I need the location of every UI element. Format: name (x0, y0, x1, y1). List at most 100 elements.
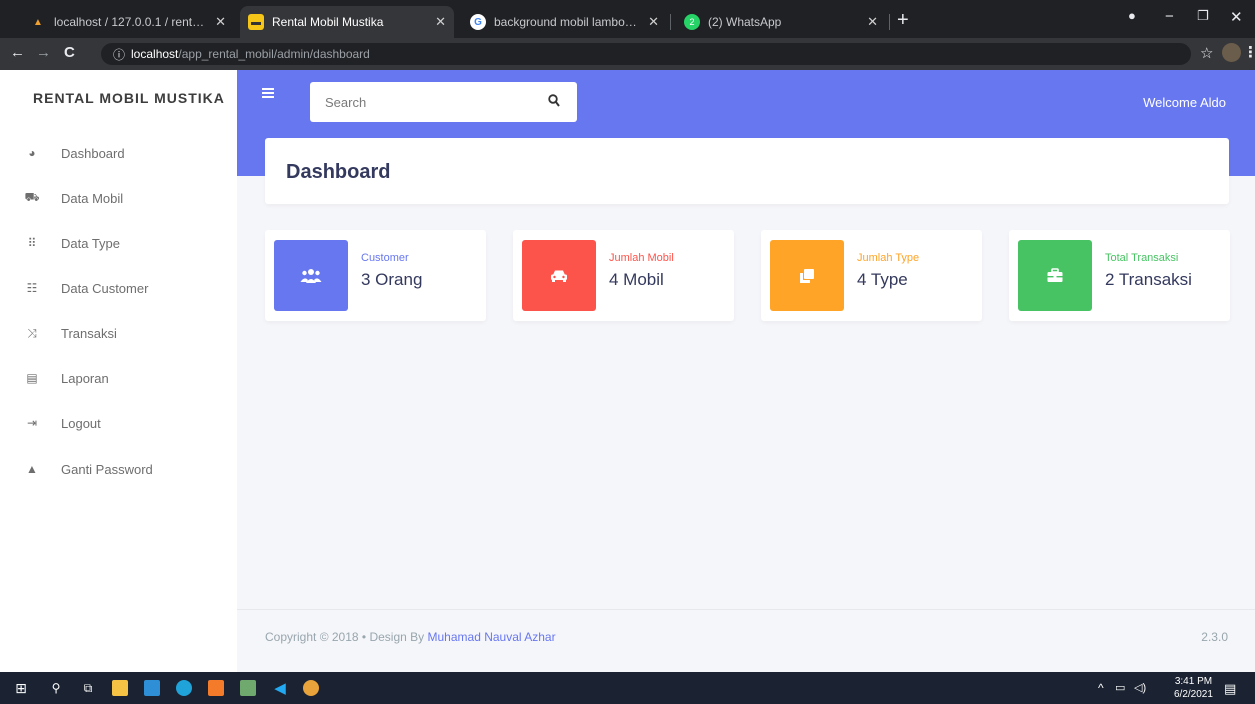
edge-icon[interactable] (176, 680, 192, 696)
footer: Copyright © 2018 • Design By Muhamad Nau… (237, 609, 1255, 672)
battery-icon[interactable]: ▭ (1115, 681, 1125, 694)
stat-label: Jumlah Mobil (609, 252, 674, 264)
welcome-user-link[interactable]: Welcome Aldo (1143, 95, 1226, 110)
system-clock[interactable]: 3:41 PM 6/2/2021 (1174, 675, 1213, 701)
browser-menu-icon[interactable]: ⋮ (1243, 43, 1255, 61)
tab-title: Rental Mobil Mustika (272, 15, 384, 29)
hamburger-menu-icon[interactable] (262, 88, 274, 98)
random-icon: ⤨ (27, 325, 37, 340)
reload-icon[interactable]: C (64, 44, 75, 61)
tab-phpmyadmin[interactable]: ▲ localhost / 127.0.0.1 / rental_mol ✕ (22, 6, 234, 38)
search-icon[interactable] (548, 94, 560, 108)
sidebar-item-ganti-password[interactable]: ▲ Ganti Password (0, 446, 237, 492)
profile-avatar[interactable] (1222, 43, 1241, 62)
close-icon[interactable]: ✕ (435, 14, 446, 30)
stat-card-customer: Customer 3 Orang (265, 230, 486, 321)
brand-title[interactable]: RENTAL MOBIL MUSTIKA (33, 90, 225, 106)
restore-icon[interactable]: ❐ (1197, 8, 1209, 24)
page-title: Dashboard (286, 161, 391, 183)
tab-rental-mobil[interactable]: ▬ Rental Mobil Mustika ✕ (240, 6, 454, 38)
close-icon[interactable]: ✕ (648, 14, 659, 30)
tray-chevron-icon[interactable]: ^ (1098, 681, 1104, 695)
close-icon[interactable]: ✕ (215, 14, 226, 30)
file-explorer-icon[interactable] (112, 680, 128, 696)
bookmark-star-icon[interactable]: ☆ (1200, 44, 1213, 62)
section-header: Dashboard (265, 138, 1229, 204)
stat-label: Total Transaksi (1105, 252, 1179, 264)
design-by-text: Design By (369, 630, 425, 644)
google-icon: G (470, 14, 486, 30)
version-text: 2.3.0 (1201, 630, 1228, 644)
sidebar-item-dashboard[interactable]: ◕ Dashboard (0, 130, 237, 176)
url-path: /app_rental_mobil/admin/dashboard (178, 47, 370, 61)
clipboard-icon: ▤ (26, 371, 38, 385)
stat-card-jumlah-type: Jumlah Type 4 Type (761, 230, 982, 321)
url-host: localhost (131, 47, 179, 61)
briefcase-icon (1047, 268, 1063, 282)
notification-icon[interactable]: ▤ (1224, 681, 1236, 697)
stat-label: Customer (361, 252, 409, 264)
profile-badge-icon[interactable]: ● (1128, 8, 1136, 23)
stat-value: 4 Type (857, 270, 908, 289)
tab-whatsapp[interactable]: 2 (2) WhatsApp ✕ (676, 6, 886, 38)
minimize-icon[interactable]: − (1165, 8, 1174, 25)
sidebar-item-label: Transaksi (61, 325, 117, 341)
card-icon-box (1018, 240, 1092, 311)
copyright-text: Copyright © 2018 • Design By Muhamad Nau… (265, 630, 556, 644)
browser-address-bar: ← → C ⓘ localhost/app_rental_mobil/admin… (0, 38, 1255, 70)
tab-divider (889, 14, 890, 30)
author-link[interactable]: Muhamad Nauval Azhar (428, 630, 556, 644)
volume-icon[interactable]: ◁) (1134, 681, 1146, 694)
search-icon[interactable]: ⚲ (48, 680, 64, 696)
sidebar-item-data-mobil[interactable]: ⛟ Data Mobil (0, 175, 237, 221)
stat-value: 4 Mobil (609, 270, 664, 289)
dashboard-icon: ◕ (28, 146, 36, 160)
forward-icon[interactable]: → (36, 44, 51, 61)
tab-title: (2) WhatsApp (708, 15, 782, 29)
sidebar-item-data-customer[interactable]: ☷ Data Customer (0, 265, 237, 311)
windows-start-icon[interactable]: ⊞ (13, 680, 29, 696)
users-icon: ☷ (26, 281, 38, 295)
sidebar-item-laporan[interactable]: ▤ Laporan (0, 355, 237, 401)
sidebar-item-logout[interactable]: ⇥ Logout (0, 400, 237, 446)
card-icon-box (274, 240, 348, 311)
tab-title: localhost / 127.0.0.1 / rental_mol (54, 15, 207, 29)
back-icon[interactable]: ← (10, 44, 25, 61)
sidebar-item-label: Data Mobil (61, 190, 124, 206)
sidebar-item-data-type[interactable]: ⠿ Data Type (0, 220, 237, 266)
car-icon: ⛟ (24, 190, 40, 204)
notepad-icon[interactable] (240, 680, 256, 696)
chrome-icon[interactable] (303, 680, 319, 696)
car-icon (551, 270, 567, 282)
info-icon: ⓘ (113, 47, 126, 62)
sidebar-item-label: Ganti Password (61, 461, 153, 477)
search-input[interactable] (310, 82, 577, 122)
mail-icon[interactable] (144, 680, 160, 696)
sidebar-item-label: Laporan (61, 370, 109, 386)
url-field[interactable]: ⓘ localhost/app_rental_mobil/admin/dashb… (101, 43, 1191, 65)
sidebar-item-transaksi[interactable]: ⤨ Transaksi (0, 310, 237, 356)
card-icon-box (770, 240, 844, 311)
stat-label: Jumlah Type (857, 252, 920, 264)
clone-icon (800, 268, 814, 283)
sidebar-item-label: Data Type (61, 235, 121, 251)
window-close-icon[interactable]: ✕ (1230, 8, 1243, 26)
stat-card-jumlah-mobil: Jumlah Mobil 4 Mobil (513, 230, 734, 321)
users-icon (300, 268, 322, 283)
lock-icon: ▲ (26, 462, 38, 476)
clock-date: 6/2/2021 (1174, 689, 1213, 700)
stat-value: 2 Transaksi (1105, 270, 1192, 289)
sidebar: RENTAL MOBIL MUSTIKA ◕ Dashboard ⛟ Data … (0, 70, 237, 673)
task-view-icon[interactable]: ⧉ (80, 680, 96, 696)
clock-time: 3:41 PM (1174, 676, 1213, 687)
grid-icon: ⠿ (27, 236, 37, 250)
tab-google[interactable]: G background mobil lamborghini h ✕ (462, 6, 667, 38)
vscode-icon[interactable]: ◀ (272, 680, 288, 697)
new-tab-icon[interactable]: + (897, 9, 909, 32)
tab-title: background mobil lamborghini h (494, 15, 640, 29)
sidebar-item-label: Logout (61, 415, 101, 431)
sidebar-item-label: Dashboard (61, 145, 125, 161)
copyright-year: Copyright © 2018 (265, 630, 359, 644)
close-icon[interactable]: ✕ (867, 14, 878, 30)
xampp-icon[interactable] (208, 680, 224, 696)
